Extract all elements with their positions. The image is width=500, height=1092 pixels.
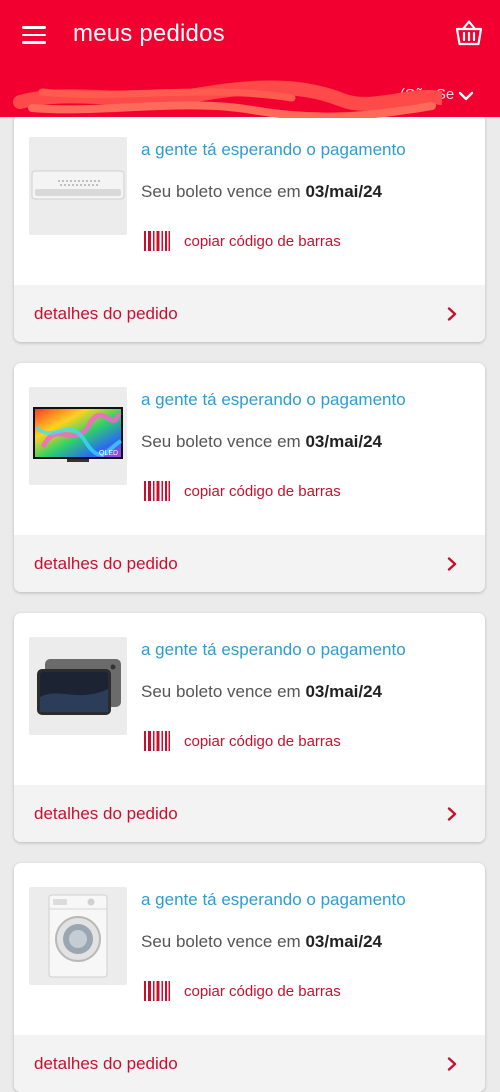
copy-barcode-label: copiar código de barras	[184, 983, 341, 1000]
due-prefix: Seu boleto vence em	[141, 682, 306, 701]
address-visible-fragment: (São Se	[400, 86, 455, 103]
chevron-right-icon	[447, 1057, 457, 1071]
order-details-label: detalhes do pedido	[34, 554, 178, 573]
order-status: a gente tá esperando o pagamento	[141, 640, 406, 659]
chevron-down-icon[interactable]	[458, 90, 474, 102]
delivery-address-text: (São Se	[20, 86, 460, 103]
chevron-right-icon	[447, 557, 457, 571]
order-status: a gente tá esperando o pagamento	[141, 390, 406, 409]
barcode-icon	[144, 981, 170, 1001]
order-details-button[interactable]: detalhes do pedido	[14, 1035, 485, 1092]
product-image-air-conditioner[interactable]	[29, 137, 127, 235]
product-image-washing-machine[interactable]	[29, 887, 127, 985]
due-date: 03/mai/24	[305, 932, 383, 951]
page-title: meus pedidos	[73, 20, 225, 47]
barcode-icon	[144, 731, 170, 751]
boleto-due-text: Seu boleto vence em 03/mai/24	[141, 682, 382, 702]
order-card: a gente tá esperando o pagamento Seu bol…	[14, 863, 485, 1092]
copy-barcode-label: copiar código de barras	[184, 483, 341, 500]
chevron-right-icon	[447, 307, 457, 321]
product-image-qled-tv[interactable]: QLED	[29, 387, 127, 485]
order-details-label: detalhes do pedido	[34, 1054, 178, 1073]
boleto-due-text: Seu boleto vence em 03/mai/24	[141, 932, 382, 952]
svg-text:QLED: QLED	[99, 450, 118, 457]
due-date: 03/mai/24	[305, 432, 383, 451]
chevron-right-icon	[447, 807, 457, 821]
order-details-button[interactable]: detalhes do pedido	[14, 535, 485, 592]
hamburger-menu-icon[interactable]	[22, 26, 46, 44]
copy-barcode-label: copiar código de barras	[184, 233, 341, 250]
barcode-icon	[144, 481, 170, 501]
order-details-label: detalhes do pedido	[34, 304, 178, 323]
basket-icon[interactable]	[454, 18, 484, 48]
due-date: 03/mai/24	[305, 682, 383, 701]
due-date: 03/mai/24	[305, 182, 383, 201]
due-prefix: Seu boleto vence em	[141, 432, 306, 451]
due-prefix: Seu boleto vence em	[141, 182, 306, 201]
order-status: a gente tá esperando o pagamento	[141, 140, 406, 159]
app-bar: meus pedidos (São Se	[0, 0, 500, 118]
product-image-tablet[interactable]	[29, 637, 127, 735]
order-details-button[interactable]: detalhes do pedido	[14, 285, 485, 342]
order-details-label: detalhes do pedido	[34, 804, 178, 823]
order-card: a gente tá esperando o pagamento Seu bol…	[14, 113, 485, 342]
boleto-due-text: Seu boleto vence em 03/mai/24	[141, 182, 382, 202]
due-prefix: Seu boleto vence em	[141, 932, 306, 951]
delivery-address-selector[interactable]: (São Se	[0, 76, 500, 117]
barcode-icon	[144, 231, 170, 251]
order-card: a gente tá esperando o pagamento Seu bol…	[14, 613, 485, 842]
order-details-button[interactable]: detalhes do pedido	[14, 785, 485, 842]
copy-barcode-label: copiar código de barras	[184, 733, 341, 750]
boleto-due-text: Seu boleto vence em 03/mai/24	[141, 432, 382, 452]
order-status: a gente tá esperando o pagamento	[141, 890, 406, 909]
order-card: QLED a gente tá esperando o pagamento Se…	[14, 363, 485, 592]
